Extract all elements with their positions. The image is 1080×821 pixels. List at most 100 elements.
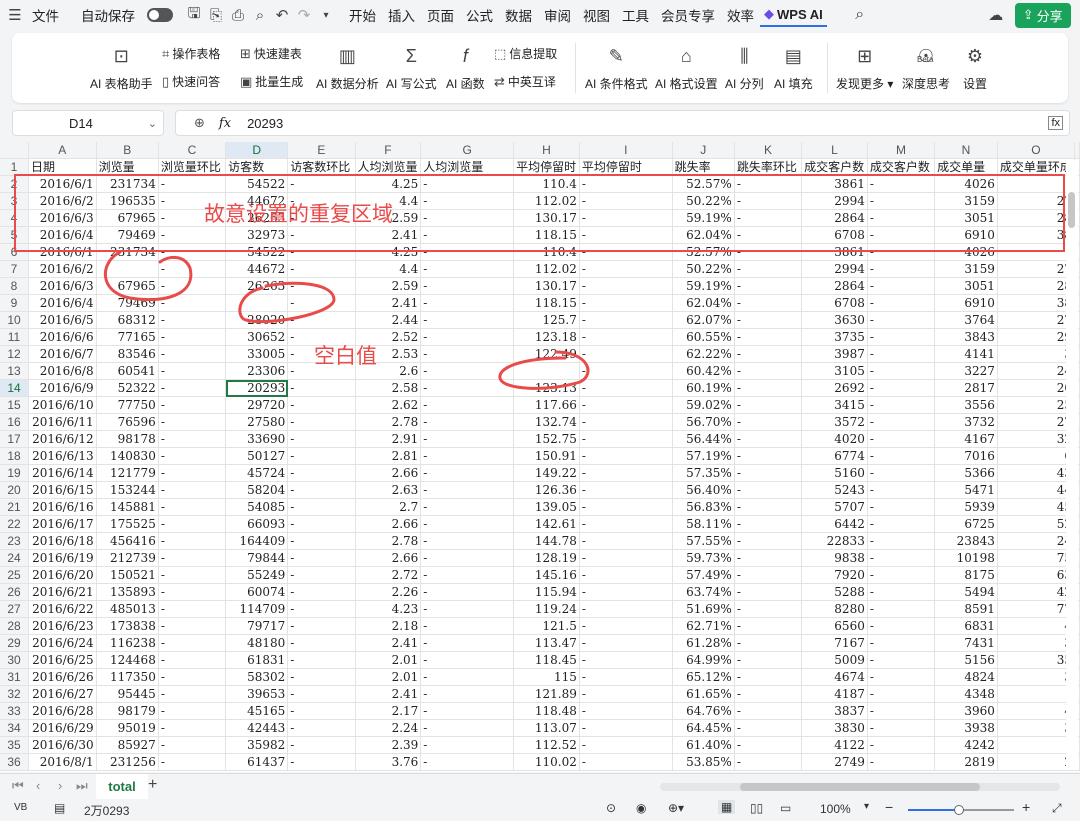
cell[interactable]: 128.19 xyxy=(513,549,580,567)
cell[interactable]: 2016/6/9 xyxy=(28,379,97,397)
row-header[interactable]: 10 xyxy=(0,311,29,329)
cell[interactable]: - xyxy=(158,498,227,516)
cell[interactable]: 20 xyxy=(997,379,1076,397)
cell[interactable]: - xyxy=(867,311,936,329)
cell[interactable]: 2.91 xyxy=(355,430,422,448)
cell[interactable]: 5471 xyxy=(934,481,998,499)
cell[interactable]: - xyxy=(287,566,356,584)
header-cell[interactable]: 成交客户数 xyxy=(867,158,936,176)
sum-value[interactable]: 2万0293 xyxy=(84,802,129,819)
zoom-dropdown-icon[interactable]: ▾ xyxy=(864,801,869,812)
cell[interactable]: 3843 xyxy=(934,328,998,346)
cell[interactable]: 2016/6/2 xyxy=(28,260,97,278)
cell[interactable]: 2016/6/13 xyxy=(28,447,97,465)
cell[interactable]: 7016 xyxy=(934,447,998,465)
cell[interactable]: 3 xyxy=(997,668,1076,686)
cell[interactable]: 150521 xyxy=(96,566,159,584)
cell[interactable]: - xyxy=(420,294,515,312)
header-cell[interactable]: 平均停留时 xyxy=(513,158,580,176)
quick-build-button[interactable]: ⊞ 快速建表 xyxy=(240,45,302,62)
cell[interactable]: - xyxy=(867,651,936,669)
cell[interactable]: 61.40% xyxy=(672,736,735,754)
cell[interactable]: 2016/6/28 xyxy=(28,702,97,720)
ai-conditional-format-button[interactable]: ✎ AI 条件格式 xyxy=(585,43,648,92)
cell[interactable]: 4 xyxy=(997,617,1076,635)
cell[interactable]: 67965 xyxy=(96,277,159,295)
cell[interactable]: 115 xyxy=(513,668,580,686)
cell[interactable]: - xyxy=(158,362,227,380)
cell[interactable]: 2819 xyxy=(934,753,998,771)
cell[interactable]: - xyxy=(867,379,936,397)
cell[interactable]: 2.39 xyxy=(355,736,422,754)
row-header[interactable]: 27 xyxy=(0,600,29,618)
cell[interactable]: - xyxy=(420,260,515,278)
cell[interactable]: 2016/6/29 xyxy=(28,719,97,737)
cell[interactable]: 66093 xyxy=(225,515,289,533)
cell[interactable]: 52 xyxy=(997,515,1076,533)
menu-item[interactable]: 公式 xyxy=(460,0,499,30)
cell[interactable]: - xyxy=(579,345,673,363)
cell[interactable]: 27 xyxy=(997,311,1076,329)
row-header[interactable]: 19 xyxy=(0,464,29,482)
row-header[interactable]: 22 xyxy=(0,515,29,533)
cell[interactable]: - xyxy=(579,685,673,703)
ai-fill-button[interactable]: ▤ AI 填充 xyxy=(774,43,813,92)
cell[interactable]: - xyxy=(287,600,356,618)
cell[interactable]: 5494 xyxy=(934,583,998,601)
cell[interactable]: 2016/6/22 xyxy=(28,600,97,618)
cell[interactable]: - xyxy=(287,583,356,601)
menu-hamburger-icon[interactable]: ☰ xyxy=(4,6,26,24)
cell[interactable]: - xyxy=(579,549,673,567)
row-header[interactable]: 1 xyxy=(0,158,29,176)
header-cell[interactable]: 浏览量 xyxy=(96,158,159,176)
cell[interactable]: - xyxy=(579,464,673,482)
cell[interactable]: 2016/6/11 xyxy=(28,413,97,431)
cell[interactable]: - xyxy=(420,617,515,635)
row-header[interactable]: 34 xyxy=(0,719,29,737)
cell[interactable]: 3732 xyxy=(934,413,998,431)
cell[interactable]: 53.85% xyxy=(672,753,735,771)
cell[interactable]: 45165 xyxy=(225,702,289,720)
settings-button[interactable]: ⚙ 设置 xyxy=(962,43,988,92)
row-header[interactable]: 30 xyxy=(0,651,29,669)
cell[interactable]: 2.44 xyxy=(355,311,422,329)
cell[interactable]: 2016/6/5 xyxy=(28,311,97,329)
cell[interactable]: 4824 xyxy=(934,668,998,686)
cell[interactable]: 3830 xyxy=(801,719,868,737)
menu-item[interactable]: 审阅 xyxy=(538,0,577,30)
cell[interactable]: 29720 xyxy=(225,396,289,414)
prev-sheet-icon[interactable]: ‹ xyxy=(36,778,40,793)
cell[interactable]: 4 xyxy=(997,702,1076,720)
cell[interactable]: 60074 xyxy=(225,583,289,601)
cell[interactable]: - xyxy=(287,481,356,499)
info-extract-button[interactable]: ⬚ 信息提取 xyxy=(494,45,557,62)
menu-item[interactable]: 工具 xyxy=(616,0,655,30)
column-header-i[interactable]: I xyxy=(579,142,673,159)
fx-icon[interactable]: fx xyxy=(219,116,231,131)
cell[interactable]: 119.24 xyxy=(513,600,580,618)
cell[interactable]: - xyxy=(287,464,356,482)
ai-data-analysis-button[interactable]: ▥ AI 数据分析 xyxy=(316,43,379,92)
cell[interactable]: 117.66 xyxy=(513,396,580,414)
cell[interactable]: - xyxy=(158,260,227,278)
cell[interactable]: 3735 xyxy=(801,328,868,346)
ai-function-button[interactable]: f AI 函数 xyxy=(446,43,485,92)
cell[interactable]: - xyxy=(867,736,936,754)
header-cell[interactable]: 平均停留时 xyxy=(579,158,673,176)
cell[interactable]: - xyxy=(158,413,227,431)
cell[interactable]: 110.02 xyxy=(513,753,580,771)
cell[interactable]: - xyxy=(287,549,356,567)
cell[interactable]: 27580 xyxy=(225,413,289,431)
cell[interactable]: 2016/6/4 xyxy=(28,294,97,312)
cell[interactable]: 4242 xyxy=(934,736,998,754)
cell[interactable]: - xyxy=(579,328,673,346)
cell[interactable]: 121.89 xyxy=(513,685,580,703)
cell[interactable]: 50127 xyxy=(225,447,289,465)
ai-table-helper-button[interactable]: ⊡ AI 表格助手 xyxy=(90,43,153,92)
cell[interactable]: - xyxy=(867,600,936,618)
cell[interactable]: 60541 xyxy=(96,362,159,380)
menu-item[interactable]: 效率 xyxy=(721,0,760,30)
header-cell[interactable]: 日期 xyxy=(28,158,97,176)
cell[interactable]: 2.01 xyxy=(355,651,422,669)
cell[interactable]: - xyxy=(158,702,227,720)
